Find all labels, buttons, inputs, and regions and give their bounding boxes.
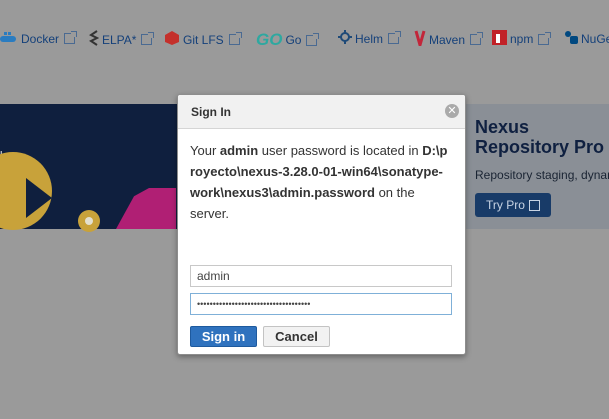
format-label: Git LFS [183, 32, 224, 47]
pro-title: Nexus Repository Pro [475, 117, 605, 157]
format-label: NuGe [581, 31, 609, 46]
username-input[interactable] [190, 265, 452, 287]
format-npm-link[interactable]: npm [492, 30, 552, 48]
external-link-icon [470, 32, 484, 45]
external-link-icon [141, 32, 155, 45]
cancel-button[interactable]: Cancel [263, 326, 330, 347]
pacman-mouth-graphic [26, 178, 52, 218]
sign-in-dialog: Sign In ✕ Your admin user password is lo… [177, 94, 466, 355]
npm-icon [492, 30, 507, 48]
go-icon: GO [256, 30, 283, 49]
format-maven-link[interactable]: Maven [414, 30, 484, 51]
docker-icon [0, 30, 18, 47]
close-icon[interactable]: ✕ [445, 104, 459, 118]
pro-description: Repository staging, dynan [475, 168, 609, 182]
format-nuget-link[interactable]: NuGe [564, 30, 609, 47]
format-elpa-link[interactable]: ELPA* [89, 30, 155, 49]
nuget-icon [564, 30, 578, 47]
dot-graphic [78, 210, 100, 232]
helm-icon [338, 30, 352, 47]
format-go-link[interactable]: GO Go [256, 30, 320, 50]
try-pro-button[interactable]: Try Pro [475, 193, 551, 217]
msg-mid: user password is located in [258, 143, 423, 158]
try-pro-label: Try Pro [486, 198, 525, 212]
external-link-icon [528, 199, 540, 211]
external-link-icon [306, 32, 320, 46]
format-label: Helm [355, 31, 384, 46]
external-link-icon [228, 32, 242, 45]
msg-prefix: Your [190, 143, 220, 158]
format-label: Maven [429, 32, 466, 47]
password-location-message: Your admin user password is located in D… [190, 140, 452, 224]
maven-icon [414, 30, 426, 51]
format-label: Go [285, 33, 302, 47]
format-label: Docker [21, 31, 60, 46]
dialog-title: Sign In [191, 105, 231, 119]
format-label: ELPA* [102, 32, 137, 47]
external-link-icon [64, 31, 78, 44]
sign-in-button[interactable]: Sign in [190, 326, 257, 347]
external-link-icon [388, 31, 402, 44]
external-link-icon [538, 31, 552, 45]
repository-formats-bar: Docker ELPA* Git LFS GO Go Helm Maven np… [0, 24, 609, 54]
format-docker-link[interactable]: Docker [0, 30, 78, 47]
dialog-header: Sign In ✕ [178, 95, 465, 129]
format-git-lfs-link[interactable]: Git LFS [164, 30, 242, 49]
password-input[interactable] [190, 293, 452, 315]
format-helm-link[interactable]: Helm [338, 30, 402, 47]
format-label: npm [510, 32, 534, 46]
msg-username: admin [219, 143, 259, 158]
git-lfs-icon [164, 30, 180, 49]
elpa-icon [89, 30, 100, 49]
